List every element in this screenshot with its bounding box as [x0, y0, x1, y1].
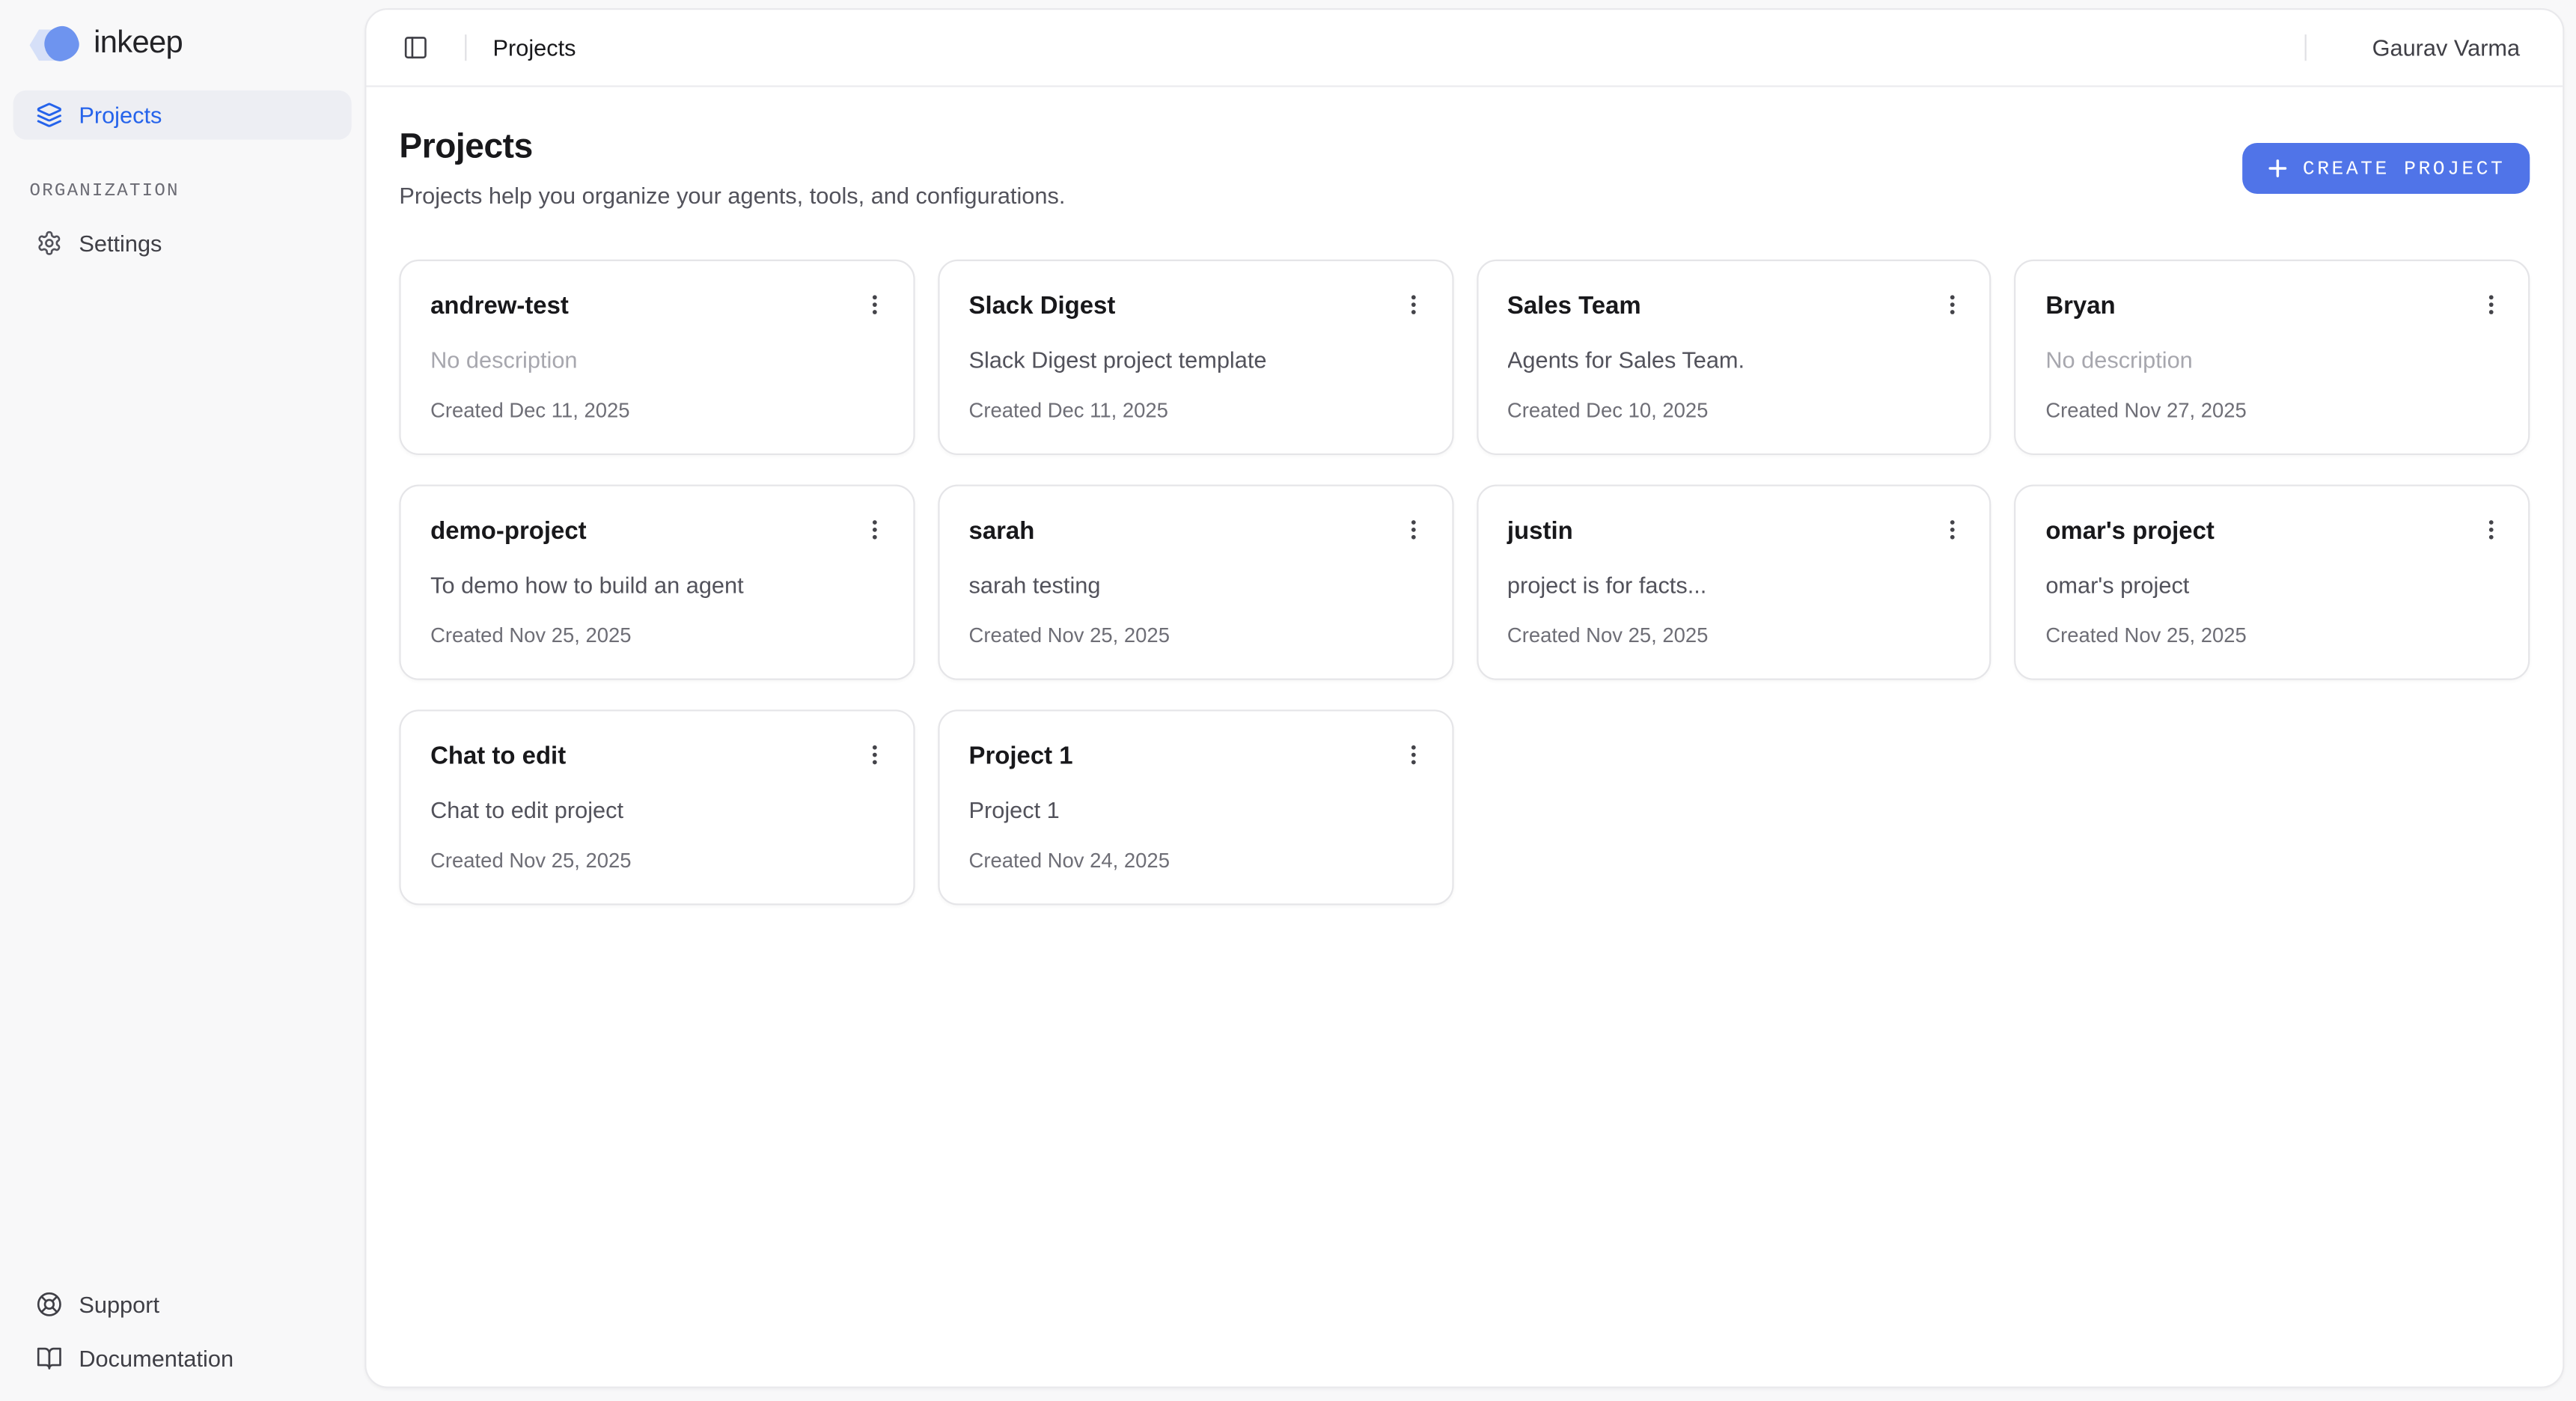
projects-page: Projects Projects help you organize your… — [366, 87, 2563, 1386]
project-card[interactable]: Project 1 Project 1 Created Nov 24, 2025 — [938, 709, 1453, 905]
project-card[interactable]: demo-project To demo how to build an age… — [399, 485, 915, 680]
more-vertical-icon — [2478, 292, 2503, 317]
project-name: omar's project — [2045, 513, 2215, 546]
project-created-date: Created Nov 25, 2025 — [1507, 624, 1960, 647]
project-created-date: Created Nov 25, 2025 — [430, 849, 883, 873]
panel-left-icon — [403, 34, 429, 61]
more-vertical-icon — [1401, 292, 1426, 317]
sidebar-item-label: Projects — [79, 102, 162, 128]
project-menu-button[interactable] — [855, 284, 895, 324]
sidebar-section-organization: ORGANIZATION — [30, 183, 352, 202]
projects-grid: andrew-test No description Created Dec 1… — [399, 260, 2530, 906]
project-created-date: Created Dec 11, 2025 — [969, 399, 1422, 422]
project-name: andrew-test — [430, 287, 569, 320]
project-card[interactable]: Chat to edit Chat to edit project Create… — [399, 709, 915, 905]
project-name: Bryan — [2045, 287, 2115, 320]
project-created-date: Created Nov 24, 2025 — [969, 849, 1422, 873]
topbar: Projects Gaurav Varma — [366, 10, 2563, 87]
topbar-divider — [465, 34, 466, 61]
project-created-date: Created Nov 25, 2025 — [430, 624, 883, 647]
project-card[interactable]: andrew-test No description Created Dec 1… — [399, 260, 915, 455]
project-created-date: Created Dec 11, 2025 — [430, 399, 883, 422]
project-card[interactable]: justin project is for facts... Created N… — [1476, 485, 1991, 680]
project-menu-button[interactable] — [1394, 509, 1433, 549]
brand-name: inkeep — [94, 26, 183, 62]
brand-logo[interactable]: inkeep — [30, 23, 352, 66]
project-created-date: Created Nov 27, 2025 — [2045, 399, 2498, 422]
project-name: Slack Digest — [969, 287, 1116, 320]
project-description: Agents for Sales Team. — [1507, 347, 1960, 373]
project-card[interactable]: Bryan No description Created Nov 27, 202… — [2015, 260, 2530, 455]
more-vertical-icon — [863, 742, 888, 766]
project-description: Slack Digest project template — [969, 347, 1422, 373]
sidebar-toggle-button[interactable] — [393, 25, 439, 70]
more-vertical-icon — [1401, 516, 1426, 541]
project-card[interactable]: Slack Digest Slack Digest project templa… — [938, 260, 1453, 455]
page-subtitle: Projects help you organize your agents, … — [399, 183, 1065, 209]
sidebar-item-label: Support — [79, 1290, 159, 1316]
project-created-date: Created Nov 25, 2025 — [2045, 624, 2498, 647]
gear-icon — [36, 230, 62, 256]
sidebar: inkeep Projects ORGANIZATION — [0, 0, 364, 1401]
page-title: Projects — [399, 128, 1065, 168]
project-created-date: Created Dec 10, 2025 — [1507, 399, 1960, 422]
project-card[interactable]: Sales Team Agents for Sales Team. Create… — [1476, 260, 1991, 455]
sidebar-item-label: Documentation — [79, 1345, 234, 1371]
project-description: omar's project — [2045, 572, 2498, 598]
project-menu-button[interactable] — [855, 509, 895, 549]
project-menu-button[interactable] — [1394, 734, 1433, 774]
project-description: No description — [430, 347, 883, 373]
project-menu-button[interactable] — [1394, 284, 1433, 324]
lifebuoy-icon — [36, 1290, 62, 1316]
plus-icon — [2267, 158, 2289, 180]
layers-icon — [36, 102, 62, 128]
project-description: project is for facts... — [1507, 572, 1960, 598]
sidebar-item-settings[interactable]: Settings — [13, 219, 352, 268]
project-name: Chat to edit — [430, 738, 566, 771]
sidebar-nav: Projects — [13, 91, 352, 140]
project-description: sarah testing — [969, 572, 1422, 598]
sidebar-footer: Support Documentation — [13, 1277, 352, 1385]
project-description: Project 1 — [969, 797, 1422, 823]
more-vertical-icon — [863, 292, 888, 317]
more-vertical-icon — [1940, 292, 1965, 317]
page-header: Projects Projects help you organize your… — [399, 128, 2530, 209]
project-menu-button[interactable] — [2470, 284, 2510, 324]
project-menu-button[interactable] — [1932, 509, 1972, 549]
more-vertical-icon — [863, 516, 888, 541]
sidebar-item-documentation[interactable]: Documentation — [13, 1331, 352, 1385]
user-menu[interactable]: Gaurav Varma — [2372, 34, 2521, 61]
project-name: Project 1 — [969, 738, 1073, 771]
project-menu-button[interactable] — [2470, 509, 2510, 549]
project-description: Chat to edit project — [430, 797, 883, 823]
project-name: Sales Team — [1507, 287, 1641, 320]
project-name: demo-project — [430, 513, 587, 546]
breadcrumb: Projects — [493, 34, 576, 61]
topbar-divider — [2305, 34, 2307, 61]
sidebar-item-projects[interactable]: Projects — [13, 91, 352, 140]
inkeep-logo-icon — [30, 25, 79, 64]
book-open-icon — [36, 1345, 62, 1371]
project-description: To demo how to build an agent — [430, 572, 883, 598]
more-vertical-icon — [1940, 516, 1965, 541]
main-panel: Projects Gaurav Varma Projects Projects … — [364, 8, 2564, 1388]
project-name: justin — [1507, 513, 1573, 546]
project-menu-button[interactable] — [1932, 284, 1972, 324]
project-card[interactable]: omar's project omar's project Created No… — [2015, 485, 2530, 680]
project-name: sarah — [969, 513, 1035, 546]
more-vertical-icon — [1401, 742, 1426, 766]
more-vertical-icon — [2478, 516, 2503, 541]
project-created-date: Created Nov 25, 2025 — [969, 624, 1422, 647]
create-project-button[interactable]: CREATE PROJECT — [2242, 143, 2530, 194]
project-description: No description — [2045, 347, 2498, 373]
app-root: inkeep Projects ORGANIZATION — [0, 0, 2576, 1401]
sidebar-item-label: Settings — [79, 230, 162, 256]
project-card[interactable]: sarah sarah testing Created Nov 25, 2025 — [938, 485, 1453, 680]
sidebar-item-support[interactable]: Support — [13, 1277, 352, 1331]
project-menu-button[interactable] — [855, 734, 895, 774]
